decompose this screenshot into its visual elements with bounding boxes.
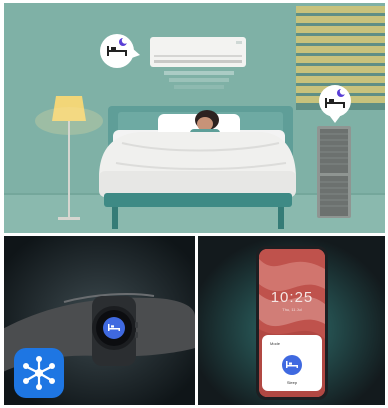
smartphone-panel: 10:25 Thu, 11 Jul Mode Sleep <box>198 236 385 405</box>
purifier-sleep-mode-bubble <box>319 85 351 123</box>
bedroom-illustration <box>4 3 385 233</box>
sleep-mode-label: Sleep <box>286 380 298 385</box>
bed-frame <box>104 193 292 207</box>
air-purifier <box>317 126 351 218</box>
sleep-mode-button[interactable] <box>282 355 302 375</box>
smartwatch-panel <box>4 236 195 405</box>
sleep-bed-icon <box>286 361 298 368</box>
mode-card-title: Mode <box>270 341 281 346</box>
lock-screen-time: 10:25 <box>270 289 314 306</box>
ac-sleep-mode-bubble <box>100 34 140 68</box>
smartthings-logo-icon <box>23 356 55 390</box>
air-conditioner <box>150 37 246 89</box>
smartthings-logo <box>14 348 64 398</box>
bedroom-scene <box>4 6 385 233</box>
sleep-mode-card[interactable]: Mode Sleep <box>262 335 322 391</box>
phone-screen: 10:25 Thu, 11 Jul Mode Sleep <box>259 249 325 397</box>
lock-screen-date: Thu, 11 Jul <box>282 307 302 312</box>
smartphone: 10:25 Thu, 11 Jul Mode Sleep <box>256 246 328 400</box>
